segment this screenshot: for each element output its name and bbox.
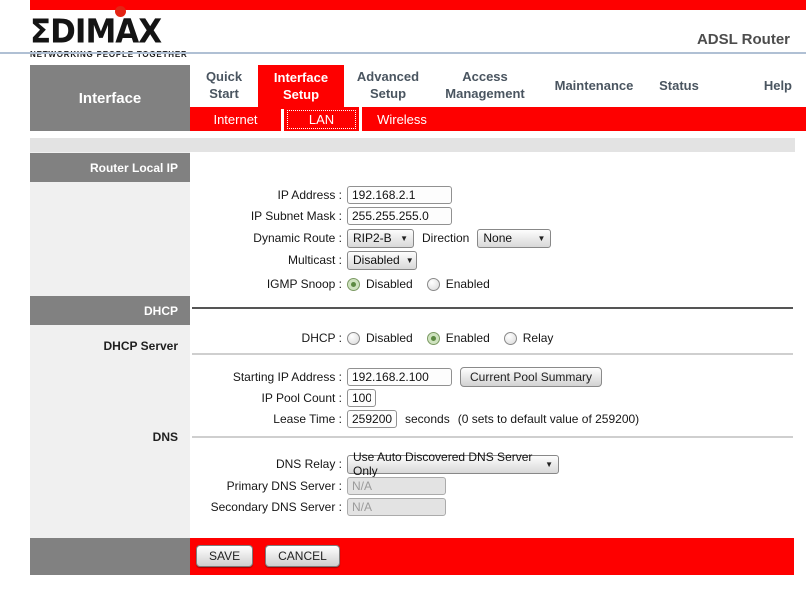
igmp-snoop-disabled-option-label: Disabled bbox=[366, 277, 413, 291]
ip-pool-count-input[interactable] bbox=[347, 389, 376, 407]
igmp-snoop-disabled-radio[interactable] bbox=[347, 278, 360, 291]
chevron-down-icon: ▼ bbox=[537, 234, 545, 243]
cancel-button[interactable]: CANCEL bbox=[265, 545, 340, 567]
main-nav: Quick Start Interface Setup Advanced Set… bbox=[190, 65, 806, 107]
ip-subnet-mask-row: IP Subnet Mask : bbox=[190, 206, 452, 226]
multicast-label: Multicast : bbox=[190, 253, 347, 267]
header-divider bbox=[0, 52, 806, 54]
igmp-snoop-label: IGMP Snoop : bbox=[190, 277, 347, 291]
starting-ip-input[interactable] bbox=[347, 368, 452, 386]
dns-relay-label: DNS Relay : bbox=[190, 457, 347, 471]
dns-relay-row: DNS Relay : Use Auto Discovered DNS Serv… bbox=[190, 454, 559, 474]
dynamic-route-select[interactable]: RIP2-B ▼ bbox=[347, 229, 414, 248]
dhcp-server-divider bbox=[192, 353, 793, 355]
current-pool-summary-button[interactable]: Current Pool Summary bbox=[460, 367, 602, 387]
footer-buttons: SAVE CANCEL bbox=[196, 545, 340, 567]
dhcp-enabled-option-label: Enabled bbox=[446, 331, 490, 345]
chevron-down-icon: ▼ bbox=[545, 460, 553, 469]
secondary-dns-input bbox=[347, 498, 446, 516]
direction-value: None bbox=[483, 231, 512, 245]
chevron-down-icon: ▼ bbox=[406, 256, 414, 265]
primary-dns-row: Primary DNS Server : bbox=[190, 476, 446, 496]
lease-time-note: (0 sets to default value of 259200) bbox=[458, 412, 639, 426]
section-header-dhcp: DHCP bbox=[30, 296, 190, 325]
dynamic-route-value: RIP2-B bbox=[353, 231, 392, 245]
ip-subnet-mask-label: IP Subnet Mask : bbox=[190, 209, 347, 223]
dns-relay-value: Use Auto Discovered DNS Server Only bbox=[353, 450, 539, 478]
lease-time-row: Lease Time : seconds (0 sets to default … bbox=[190, 409, 639, 429]
sidebar-section-title: Interface bbox=[30, 65, 190, 131]
chevron-down-icon: ▼ bbox=[400, 234, 408, 243]
dns-divider bbox=[192, 436, 793, 438]
dhcp-relay-option-label: Relay bbox=[523, 331, 554, 345]
lease-time-input[interactable] bbox=[347, 410, 397, 428]
dhcp-enabled-radio[interactable] bbox=[427, 332, 440, 345]
dns-relay-select[interactable]: Use Auto Discovered DNS Server Only ▼ bbox=[347, 455, 559, 474]
lease-time-unit: seconds bbox=[405, 412, 450, 426]
primary-dns-input bbox=[347, 477, 446, 495]
subtab-internet[interactable]: Internet bbox=[190, 107, 281, 131]
section-header-router-local-ip: Router Local IP bbox=[30, 153, 190, 182]
save-button[interactable]: SAVE bbox=[196, 545, 253, 567]
tab-access-management[interactable]: Access Management bbox=[432, 65, 538, 107]
starting-ip-label: Starting IP Address : bbox=[190, 370, 347, 384]
dynamic-route-row: Dynamic Route : RIP2-B ▼ Direction None … bbox=[190, 228, 551, 248]
subtab-lan-focus-box[interactable]: LAN bbox=[287, 110, 356, 129]
ip-subnet-mask-input[interactable] bbox=[347, 207, 452, 225]
tab-interface-setup[interactable]: Interface Setup bbox=[258, 65, 344, 109]
dhcp-mode-label: DHCP : bbox=[190, 331, 347, 345]
router-admin-page: ΣDIMAX NETWORKING PEOPLE TOGETHER ADSL R… bbox=[0, 0, 806, 601]
tab-status[interactable]: Status bbox=[650, 65, 708, 107]
footer-sidebar-block bbox=[30, 538, 190, 575]
igmp-snoop-row: IGMP Snoop : Disabled Enabled bbox=[190, 274, 504, 294]
dhcp-disabled-radio[interactable] bbox=[347, 332, 360, 345]
dhcp-disabled-option-label: Disabled bbox=[366, 331, 413, 345]
multicast-value: Disabled bbox=[353, 253, 400, 267]
direction-label: Direction bbox=[422, 231, 469, 245]
logo-brand-text: ΣDIMAX bbox=[30, 16, 230, 48]
content-top-strip bbox=[30, 138, 795, 152]
igmp-snoop-enabled-radio[interactable] bbox=[427, 278, 440, 291]
ip-address-input[interactable] bbox=[347, 186, 452, 204]
secondary-dns-row: Secondary DNS Server : bbox=[190, 497, 446, 517]
logo-red-dot-icon bbox=[115, 6, 126, 17]
secondary-dns-label: Secondary DNS Server : bbox=[190, 500, 347, 514]
product-title: ADSL Router bbox=[697, 31, 790, 48]
multicast-select[interactable]: Disabled ▼ bbox=[347, 251, 417, 270]
ip-address-row: IP Address : bbox=[190, 185, 452, 205]
ip-address-label: IP Address : bbox=[190, 188, 347, 202]
dhcp-mode-row: DHCP : Disabled Enabled Relay bbox=[190, 328, 567, 348]
lease-time-label: Lease Time : bbox=[190, 412, 347, 426]
tab-help[interactable]: Help bbox=[708, 65, 806, 107]
section-label-dns: DNS bbox=[30, 430, 178, 444]
ip-pool-count-label: IP Pool Count : bbox=[190, 391, 347, 405]
footer-bar: SAVE CANCEL bbox=[30, 538, 794, 575]
section-label-dhcp-server: DHCP Server bbox=[30, 339, 178, 353]
sub-nav: Internet LAN Wireless bbox=[190, 107, 806, 131]
direction-select[interactable]: None ▼ bbox=[477, 229, 551, 248]
dynamic-route-label: Dynamic Route : bbox=[190, 231, 347, 245]
igmp-snoop-enabled-option-label: Enabled bbox=[446, 277, 490, 291]
subtab-wireless[interactable]: Wireless bbox=[362, 107, 442, 131]
dhcp-section-divider bbox=[192, 307, 793, 309]
tab-maintenance[interactable]: Maintenance bbox=[538, 65, 650, 107]
primary-dns-label: Primary DNS Server : bbox=[190, 479, 347, 493]
subtab-lan[interactable]: LAN bbox=[284, 107, 359, 131]
ip-pool-count-row: IP Pool Count : bbox=[190, 388, 376, 408]
tab-advanced-setup[interactable]: Advanced Setup bbox=[344, 65, 432, 107]
tab-quick-start[interactable]: Quick Start bbox=[190, 65, 258, 107]
dhcp-relay-radio[interactable] bbox=[504, 332, 517, 345]
edimax-logo: ΣDIMAX NETWORKING PEOPLE TOGETHER bbox=[30, 8, 230, 54]
multicast-row: Multicast : Disabled ▼ bbox=[190, 250, 417, 270]
starting-ip-row: Starting IP Address : Current Pool Summa… bbox=[190, 367, 602, 387]
